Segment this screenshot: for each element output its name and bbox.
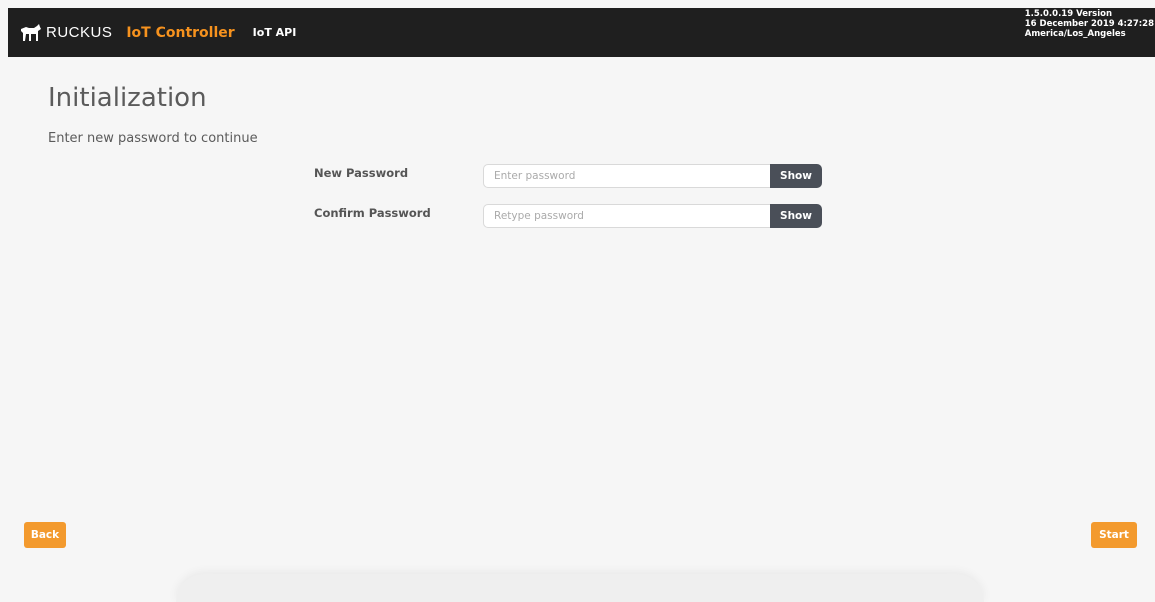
show-new-password-button[interactable]: Show (770, 163, 822, 188)
app-name: IoT Controller (126, 24, 235, 41)
initialization-page: RUCKUS IoT Controller IoT API 1.5.0.0.19… (0, 0, 1155, 602)
brand-name: RUCKUS (46, 24, 113, 41)
version-info: 1.5.0.0.19 Version 16 December 2019 4:27… (1025, 9, 1154, 39)
version-date: 16 December 2019 4:27:28 (1024, 19, 1154, 29)
bottom-panel-edge (176, 574, 984, 602)
top-header-bar: RUCKUS IoT Controller IoT API 1.5.0.0.19… (8, 8, 1155, 57)
confirm-password-row: Confirm Password Show (314, 203, 822, 228)
ruckus-dog-icon (21, 23, 41, 41)
new-password-group: Show (483, 163, 822, 188)
page-title: Initialization (48, 83, 207, 113)
new-password-row: New Password Show (314, 163, 822, 188)
confirm-password-input[interactable] (483, 203, 770, 228)
ruckus-logo: RUCKUS (20, 8, 112, 57)
version-timezone: America/Los_Angeles (1024, 29, 1126, 39)
version-number: 1.5.0.0.19 Version (1024, 9, 1113, 19)
show-confirm-password-button[interactable]: Show (770, 203, 822, 228)
confirm-password-label: Confirm Password (314, 205, 431, 220)
iot-api-link[interactable]: IoT API (253, 26, 297, 39)
new-password-input[interactable] (483, 163, 770, 188)
start-button[interactable]: Start (1091, 522, 1137, 548)
confirm-password-group: Show (483, 203, 822, 228)
new-password-label: New Password (314, 165, 409, 180)
back-button[interactable]: Back (24, 522, 66, 548)
page-subtitle: Enter new password to continue (48, 131, 258, 146)
